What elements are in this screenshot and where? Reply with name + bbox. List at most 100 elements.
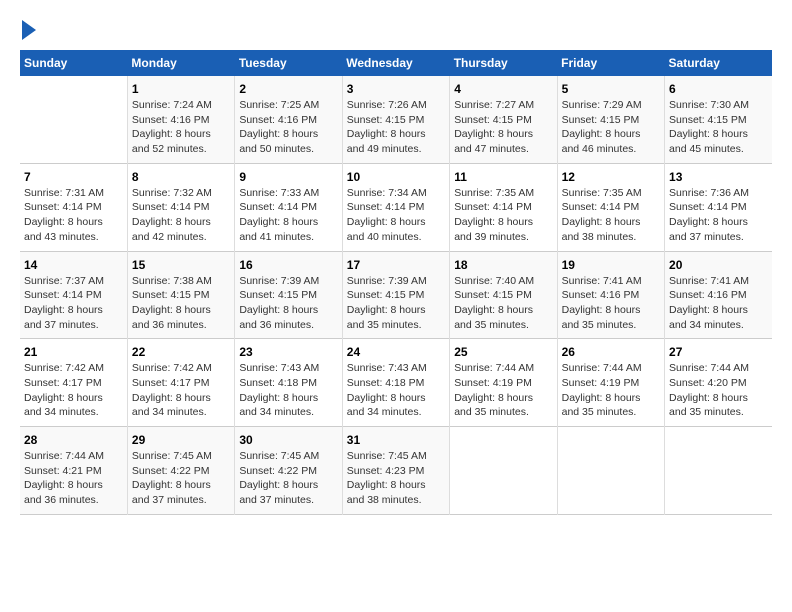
- day-header-wednesday: Wednesday: [342, 50, 449, 76]
- calendar-cell: [20, 76, 127, 163]
- calendar-cell: 18Sunrise: 7:40 AMSunset: 4:15 PMDayligh…: [450, 251, 557, 339]
- day-number: 8: [132, 170, 230, 184]
- page-header: [20, 20, 772, 40]
- day-info: Sunrise: 7:44 AMSunset: 4:19 PMDaylight:…: [562, 361, 660, 420]
- day-number: 24: [347, 345, 445, 359]
- calendar-cell: 26 Sunrise: 7:44 AMSunset: 4:19 PMDayligh…: [557, 339, 664, 427]
- calendar-cell: 24 Sunrise: 7:43 AMSunset: 4:18 PMDayligh…: [342, 339, 449, 427]
- day-info: Sunrise: 7:27 AMSunset: 4:15 PMDaylight:…: [454, 98, 552, 157]
- calendar-cell: 29Sunrise: 7:45 AMSunset: 4:22 PMDayligh…: [127, 427, 234, 515]
- day-number: 20: [669, 258, 768, 272]
- calendar-cell: 6 Sunrise: 7:30 AMSunset: 4:15 PMDaylight…: [665, 76, 772, 163]
- calendar-cell: 19 Sunrise: 7:41 AMSunset: 4:16 PMDayligh…: [557, 251, 664, 339]
- calendar-cell: 31 Sunrise: 7:45 AMSunset: 4:23 PMDayligh…: [342, 427, 449, 515]
- day-number: 4: [454, 82, 552, 96]
- day-number: 29: [132, 433, 230, 447]
- day-number: 7: [24, 170, 123, 184]
- day-info: Sunrise: 7:30 AMSunset: 4:15 PMDaylight:…: [669, 98, 768, 157]
- day-number: 30: [239, 433, 337, 447]
- header-row: SundayMondayTuesdayWednesdayThursdayFrid…: [20, 50, 772, 76]
- calendar-week-2: 7 Sunrise: 7:31 AMSunset: 4:14 PMDaylight…: [20, 163, 772, 251]
- calendar-cell: 30Sunrise: 7:45 AMSunset: 4:22 PMDayligh…: [235, 427, 342, 515]
- calendar-cell: 22 Sunrise: 7:42 AMSunset: 4:17 PMDayligh…: [127, 339, 234, 427]
- calendar-week-1: 1Sunrise: 7:24 AMSunset: 4:16 PMDaylight…: [20, 76, 772, 163]
- calendar-cell: 5Sunrise: 7:29 AMSunset: 4:15 PMDaylight…: [557, 76, 664, 163]
- calendar-cell: [450, 427, 557, 515]
- day-info: Sunrise: 7:40 AMSunset: 4:15 PMDaylight:…: [454, 274, 552, 333]
- day-number: 12: [562, 170, 660, 184]
- day-number: 31: [347, 433, 445, 447]
- calendar-cell: 21Sunrise: 7:42 AMSunset: 4:17 PMDayligh…: [20, 339, 127, 427]
- calendar-cell: [557, 427, 664, 515]
- calendar-table: SundayMondayTuesdayWednesdayThursdayFrid…: [20, 50, 772, 515]
- day-number: 16: [239, 258, 337, 272]
- calendar-cell: 11 Sunrise: 7:35 AMSunset: 4:14 PMDayligh…: [450, 163, 557, 251]
- calendar-cell: 16 Sunrise: 7:39 AMSunset: 4:15 PMDayligh…: [235, 251, 342, 339]
- logo-arrow-icon: [22, 20, 36, 40]
- day-number: 11: [454, 170, 552, 184]
- day-info: Sunrise: 7:35 AMSunset: 4:14 PMDaylight:…: [562, 186, 660, 245]
- day-info: Sunrise: 7:37 AMSunset: 4:14 PMDaylight:…: [24, 274, 123, 333]
- day-info: Sunrise: 7:41 AMSunset: 4:16 PMDaylight:…: [669, 274, 768, 333]
- day-number: 21: [24, 345, 123, 359]
- calendar-cell: 13Sunrise: 7:36 AMSunset: 4:14 PMDayligh…: [665, 163, 772, 251]
- day-number: 23: [239, 345, 337, 359]
- calendar-cell: [665, 427, 772, 515]
- day-number: 26: [562, 345, 660, 359]
- day-info: Sunrise: 7:32 AMSunset: 4:14 PMDaylight:…: [132, 186, 230, 245]
- day-number: 9: [239, 170, 337, 184]
- calendar-cell: 28Sunrise: 7:44 AMSunset: 4:21 PMDayligh…: [20, 427, 127, 515]
- calendar-cell: 8 Sunrise: 7:32 AMSunset: 4:14 PMDaylight…: [127, 163, 234, 251]
- calendar-body: 1Sunrise: 7:24 AMSunset: 4:16 PMDaylight…: [20, 76, 772, 514]
- calendar-cell: 7 Sunrise: 7:31 AMSunset: 4:14 PMDaylight…: [20, 163, 127, 251]
- day-info: Sunrise: 7:39 AMSunset: 4:15 PMDaylight:…: [347, 274, 445, 333]
- day-header-thursday: Thursday: [450, 50, 557, 76]
- calendar-cell: 20 Sunrise: 7:41 AMSunset: 4:16 PMDayligh…: [665, 251, 772, 339]
- calendar-cell: 1Sunrise: 7:24 AMSunset: 4:16 PMDaylight…: [127, 76, 234, 163]
- day-number: 15: [132, 258, 230, 272]
- calendar-cell: 9 Sunrise: 7:33 AMSunset: 4:14 PMDaylight…: [235, 163, 342, 251]
- day-header-monday: Monday: [127, 50, 234, 76]
- day-number: 19: [562, 258, 660, 272]
- calendar-cell: 4 Sunrise: 7:27 AMSunset: 4:15 PMDaylight…: [450, 76, 557, 163]
- day-number: 22: [132, 345, 230, 359]
- day-info: Sunrise: 7:43 AMSunset: 4:18 PMDaylight:…: [347, 361, 445, 420]
- day-number: 17: [347, 258, 445, 272]
- day-info: Sunrise: 7:43 AMSunset: 4:18 PMDaylight:…: [239, 361, 337, 420]
- calendar-cell: 23 Sunrise: 7:43 AMSunset: 4:18 PMDayligh…: [235, 339, 342, 427]
- calendar-cell: 25Sunrise: 7:44 AMSunset: 4:19 PMDayligh…: [450, 339, 557, 427]
- day-info: Sunrise: 7:36 AMSunset: 4:14 PMDaylight:…: [669, 186, 768, 245]
- day-number: 2: [239, 82, 337, 96]
- logo: [20, 20, 36, 40]
- day-info: Sunrise: 7:33 AMSunset: 4:14 PMDaylight:…: [239, 186, 337, 245]
- day-info: Sunrise: 7:44 AMSunset: 4:20 PMDaylight:…: [669, 361, 768, 420]
- calendar-cell: 12 Sunrise: 7:35 AMSunset: 4:14 PMDayligh…: [557, 163, 664, 251]
- day-info: Sunrise: 7:26 AMSunset: 4:15 PMDaylight:…: [347, 98, 445, 157]
- calendar-cell: 15 Sunrise: 7:38 AMSunset: 4:15 PMDayligh…: [127, 251, 234, 339]
- day-header-sunday: Sunday: [20, 50, 127, 76]
- day-header-friday: Friday: [557, 50, 664, 76]
- calendar-cell: 27Sunrise: 7:44 AMSunset: 4:20 PMDayligh…: [665, 339, 772, 427]
- calendar-week-3: 14 Sunrise: 7:37 AMSunset: 4:14 PMDayligh…: [20, 251, 772, 339]
- day-info: Sunrise: 7:38 AMSunset: 4:15 PMDaylight:…: [132, 274, 230, 333]
- day-number: 3: [347, 82, 445, 96]
- calendar-cell: 10 Sunrise: 7:34 AMSunset: 4:14 PMDayligh…: [342, 163, 449, 251]
- day-info: Sunrise: 7:45 AMSunset: 4:23 PMDaylight:…: [347, 449, 445, 508]
- day-info: Sunrise: 7:41 AMSunset: 4:16 PMDaylight:…: [562, 274, 660, 333]
- day-info: Sunrise: 7:25 AMSunset: 4:16 PMDaylight:…: [239, 98, 337, 157]
- day-info: Sunrise: 7:31 AMSunset: 4:14 PMDaylight:…: [24, 186, 123, 245]
- day-info: Sunrise: 7:42 AMSunset: 4:17 PMDaylight:…: [132, 361, 230, 420]
- day-number: 5: [562, 82, 660, 96]
- day-number: 28: [24, 433, 123, 447]
- calendar-cell: 17 Sunrise: 7:39 AMSunset: 4:15 PMDayligh…: [342, 251, 449, 339]
- calendar-cell: 2 Sunrise: 7:25 AMSunset: 4:16 PMDaylight…: [235, 76, 342, 163]
- day-number: 14: [24, 258, 123, 272]
- day-number: 10: [347, 170, 445, 184]
- day-info: Sunrise: 7:35 AMSunset: 4:14 PMDaylight:…: [454, 186, 552, 245]
- day-number: 6: [669, 82, 768, 96]
- day-header-saturday: Saturday: [665, 50, 772, 76]
- day-info: Sunrise: 7:44 AMSunset: 4:19 PMDaylight:…: [454, 361, 552, 420]
- day-info: Sunrise: 7:34 AMSunset: 4:14 PMDaylight:…: [347, 186, 445, 245]
- day-info: Sunrise: 7:39 AMSunset: 4:15 PMDaylight:…: [239, 274, 337, 333]
- calendar-week-5: 28Sunrise: 7:44 AMSunset: 4:21 PMDayligh…: [20, 427, 772, 515]
